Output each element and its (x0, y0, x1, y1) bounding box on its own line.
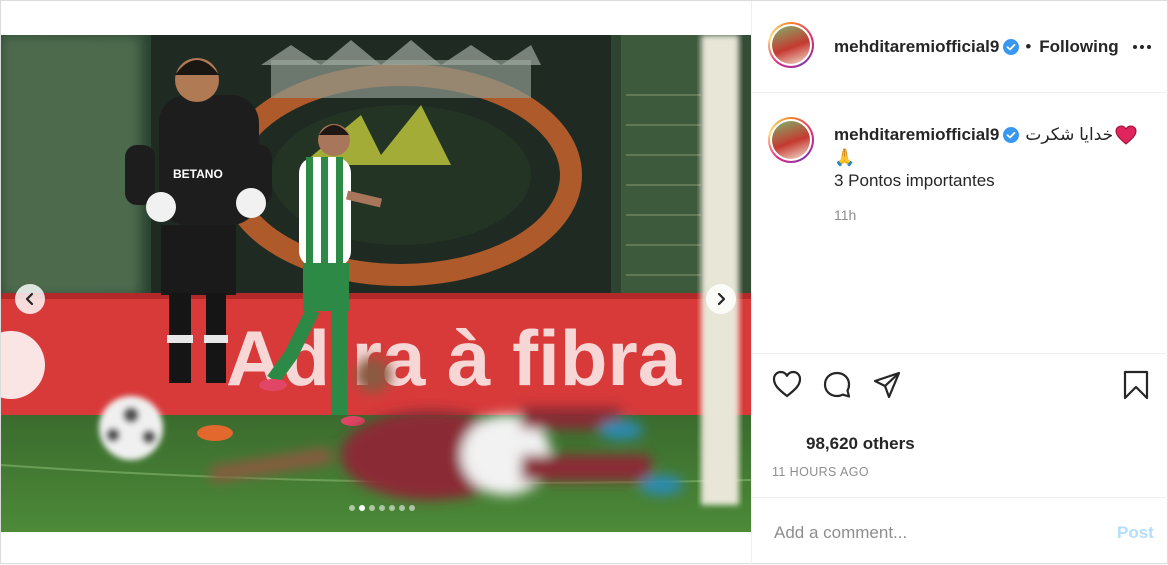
post-media-carousel[interactable]: Adira à fibra BETANO (1, 35, 751, 532)
carousel-dot (409, 505, 415, 511)
likes-count[interactable]: 98,620 others (806, 434, 915, 454)
post-comment-button[interactable]: Post (1117, 523, 1154, 543)
red-heart-emoji-icon (1115, 124, 1137, 145)
following-button[interactable]: Following (1039, 37, 1118, 57)
jersey-sponsor: BETANO (173, 167, 223, 181)
author-avatar[interactable] (768, 22, 814, 68)
carousel-prev-button[interactable] (15, 284, 45, 314)
carousel-dot (349, 505, 355, 511)
pray-emoji-icon: 🙏 (834, 148, 856, 167)
post-caption: mehditaremiofficial9 خدایا شکرت 🙏 3 Pont… (752, 93, 1168, 353)
chevron-right-icon (717, 292, 726, 306)
post-side-panel: mehditaremiofficial9 • Following mehdita… (751, 1, 1168, 565)
carousel-dot (369, 505, 375, 511)
share-direct-icon[interactable] (872, 370, 902, 400)
verified-badge-icon (1003, 126, 1020, 143)
avatar-photo (772, 121, 810, 159)
comment-input[interactable] (772, 520, 1096, 546)
carousel-dot (359, 505, 365, 511)
football (99, 396, 163, 460)
chevron-left-icon (25, 292, 34, 306)
header-separator: • (1025, 37, 1032, 56)
carousel-next-button[interactable] (706, 284, 736, 314)
action-bar (752, 353, 1168, 417)
comment-bubble-icon[interactable] (822, 370, 852, 400)
caption-arabic-text: خدایا شکرت (1025, 125, 1114, 144)
more-options-icon[interactable] (1132, 43, 1152, 51)
caption-username[interactable]: mehditaremiofficial9 (834, 123, 999, 146)
carousel-indicator (1, 505, 751, 511)
caption-text: 3 Pontos importantes (834, 171, 995, 190)
carousel-dot (399, 505, 405, 511)
carousel-dot (389, 505, 395, 511)
save-bookmark-icon[interactable] (1122, 370, 1150, 400)
caption-avatar[interactable] (768, 117, 814, 163)
comment-bar: Post (752, 497, 1168, 565)
post-header: mehditaremiofficial9 • Following (752, 1, 1168, 93)
carousel-dot (379, 505, 385, 511)
avatar-photo (772, 26, 810, 64)
like-heart-icon[interactable] (772, 370, 802, 398)
caption-timestamp[interactable]: 11h (834, 207, 856, 223)
post-photo: Adira à fibra BETANO (1, 35, 751, 532)
verified-badge-icon (1003, 39, 1020, 55)
author-username[interactable]: mehditaremiofficial9 (834, 37, 999, 57)
post-time[interactable]: 11 HOURS AGO (772, 465, 869, 479)
instagram-post: Adira à fibra BETANO mehditaremiofficial… (0, 0, 1168, 565)
